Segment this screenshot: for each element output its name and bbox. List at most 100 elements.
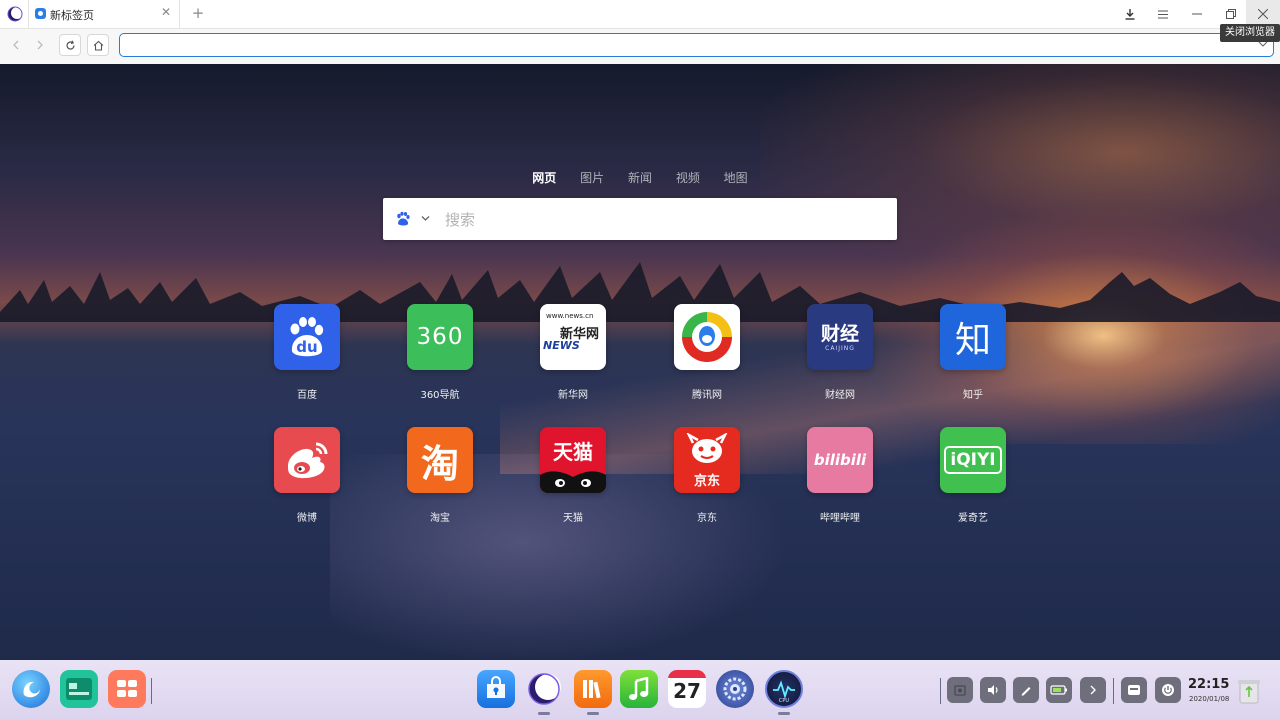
- volume-button[interactable]: [980, 677, 1006, 703]
- dock-separator: [940, 678, 941, 704]
- caijing-tile-text: 财经: [820, 322, 859, 345]
- app-store-icon[interactable]: [477, 670, 515, 708]
- search-tab-map[interactable]: 地图: [724, 169, 748, 186]
- site-tile-tmall[interactable]: 天猫 天猫: [523, 427, 623, 524]
- clock-date[interactable]: 2020/01/08: [1189, 695, 1229, 703]
- site-tile-taobao[interactable]: 淘 淘宝: [390, 427, 490, 524]
- keyboard-icon: [1128, 685, 1140, 695]
- battery-button[interactable]: [1046, 677, 1072, 703]
- site-tile-caijing[interactable]: 财经 CAIJING 财经网: [790, 304, 890, 401]
- reload-button[interactable]: [59, 34, 81, 56]
- bilibili-tile-text: bilibili: [813, 451, 867, 469]
- battery-icon: [1050, 685, 1067, 695]
- screenshot-icon: [954, 685, 966, 696]
- tmall-icon: 天猫: [540, 427, 606, 493]
- site-label: 爱奇艺: [958, 513, 988, 524]
- background-treeline: [0, 262, 1280, 322]
- navigation-bar: [0, 29, 1280, 65]
- trash-icon[interactable]: [1237, 677, 1261, 705]
- new-tab-plus-icon[interactable]: +: [190, 5, 206, 21]
- search-tab-web[interactable]: 网页: [532, 169, 556, 186]
- site-tile-360[interactable]: 360 360导航: [390, 304, 490, 401]
- minimize-button[interactable]: [1180, 0, 1214, 28]
- site-label: 天猫: [563, 513, 583, 524]
- address-bar[interactable]: [119, 33, 1274, 57]
- running-indicator: [587, 712, 599, 715]
- settings-icon[interactable]: [716, 670, 754, 708]
- search-tab-images[interactable]: 图片: [580, 169, 604, 186]
- site-tile-tencent[interactable]: 腾讯网: [657, 304, 757, 401]
- expand-arrow-icon: [1090, 685, 1096, 695]
- site-label: 知乎: [963, 390, 983, 401]
- baidu-paw-icon: du: [274, 304, 340, 370]
- site-tile-zhihu[interactable]: 知 知乎: [923, 304, 1023, 401]
- site-tile-baidu[interactable]: du 百度: [257, 304, 357, 401]
- site-label: 京东: [697, 513, 717, 524]
- multitask-view-icon[interactable]: [60, 670, 98, 708]
- back-button[interactable]: [5, 34, 27, 56]
- baidu-paw-icon[interactable]: [395, 211, 411, 227]
- home-button[interactable]: [87, 34, 109, 56]
- taskbar-dock: 27 CPU 22:15 2020/01/08: [0, 660, 1280, 720]
- site-tile-xinhua[interactable]: www.news.cn 新华网 NEWS 新华网: [523, 304, 623, 401]
- downloads-button[interactable]: [1113, 0, 1147, 28]
- forward-button[interactable]: [29, 34, 51, 56]
- search-tab-news[interactable]: 新闻: [628, 169, 652, 186]
- jd-icon: 京东: [674, 427, 740, 493]
- zhihu-tile-text: 知: [954, 320, 991, 361]
- calendar-header: [668, 670, 706, 678]
- pen-button[interactable]: [1013, 677, 1039, 703]
- caijing-icon: 财经 CAIJING: [807, 304, 873, 370]
- tab-new-tab[interactable]: 新标签页 ✕: [28, 0, 180, 28]
- new-tab-page: 网页 图片 新闻 视频 地图 du 百度: [0, 64, 1280, 660]
- clock-time[interactable]: 22:15: [1188, 677, 1229, 692]
- keyboard-button[interactable]: [1121, 677, 1147, 703]
- dock-separator: [151, 678, 152, 704]
- caijing-tile-sub: CAIJING: [825, 344, 855, 352]
- expand-tray-button[interactable]: [1080, 677, 1106, 703]
- tab-close-icon[interactable]: ✕: [159, 5, 173, 19]
- download-icon: [1125, 9, 1135, 20]
- calendar-day: 27: [673, 679, 701, 703]
- search-tab-video[interactable]: 视频: [676, 169, 700, 186]
- system-monitor-icon[interactable]: CPU: [765, 670, 803, 708]
- site-tile-jd[interactable]: 京东 京东: [657, 427, 757, 524]
- running-indicator: [778, 712, 790, 715]
- site-label: 新华网: [558, 390, 588, 401]
- music-library-icon[interactable]: [574, 670, 612, 708]
- title-bar: 新标签页 ✕ +: [0, 0, 1280, 29]
- browser-icon[interactable]: [525, 670, 563, 708]
- 360-logo-icon: 360: [407, 304, 473, 370]
- tencent-news-icon: [674, 304, 740, 370]
- screenshot-button[interactable]: [947, 677, 973, 703]
- close-icon: [1258, 9, 1268, 19]
- forward-arrow-icon: [37, 40, 43, 50]
- site-label: 360导航: [420, 390, 460, 401]
- hamburger-menu-icon: [1158, 10, 1168, 18]
- power-icon: [1162, 684, 1174, 696]
- 360-tile-text: 360: [416, 324, 464, 350]
- browser-logo-icon[interactable]: [7, 6, 23, 22]
- site-tile-weibo[interactable]: 微博: [257, 427, 357, 524]
- xinhua-tile-url: www.news.cn: [546, 312, 594, 320]
- site-tile-iqiyi[interactable]: iQIYI 爱奇艺: [923, 427, 1023, 524]
- tab-favicon-icon: [35, 8, 46, 19]
- baidu-tile-text: du: [296, 338, 318, 356]
- reload-icon: [65, 40, 75, 50]
- site-tile-bilibili[interactable]: bilibili 哔哩哔哩: [790, 427, 890, 524]
- tmall-tile-text: 天猫: [553, 440, 593, 464]
- workspace-icon[interactable]: [108, 670, 146, 708]
- xinhua-news-icon: www.news.cn 新华网 NEWS: [540, 304, 606, 370]
- search-input[interactable]: [443, 206, 887, 234]
- site-label: 微博: [297, 513, 317, 524]
- power-button[interactable]: [1155, 677, 1181, 703]
- music-icon[interactable]: [620, 670, 658, 708]
- search-box: [383, 198, 897, 240]
- engine-dropdown-chevron-icon[interactable]: [421, 215, 430, 222]
- launcher-icon[interactable]: [12, 670, 50, 708]
- menu-button[interactable]: [1146, 0, 1180, 28]
- taobao-icon: 淘: [407, 427, 473, 493]
- search-category-tabs: 网页 图片 新闻 视频 地图: [0, 169, 1280, 185]
- calendar-icon[interactable]: 27: [668, 670, 706, 708]
- site-label: 淘宝: [430, 513, 450, 524]
